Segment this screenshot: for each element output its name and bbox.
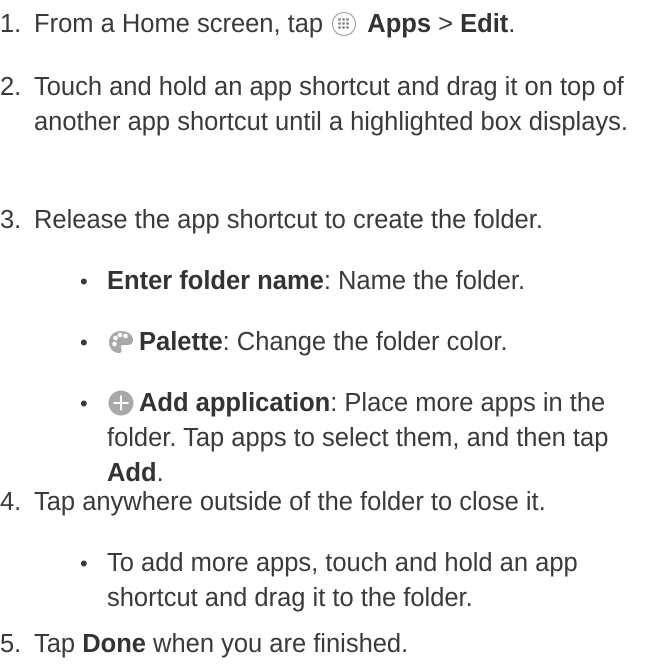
step-text: Touch and hold an app shortcut and drag … bbox=[34, 73, 628, 136]
palette-label: Palette bbox=[139, 328, 223, 356]
add-label: Add bbox=[107, 459, 157, 487]
bullet-text: Enter folder name: Name the folder. bbox=[107, 264, 641, 299]
step-text-part: > bbox=[431, 10, 461, 38]
step-number: 5. bbox=[0, 630, 22, 658]
step-text-part: Tap bbox=[34, 630, 83, 658]
step-4: 4. Tap anywhere outside of the folder to… bbox=[0, 485, 641, 520]
bullet-text: To add more apps, touch and hold an app … bbox=[107, 549, 578, 612]
bullet-text: Palette: Change the folder color. bbox=[107, 325, 641, 360]
step-text: Tap Done when you are finished. bbox=[34, 627, 641, 662]
done-label: Done bbox=[82, 630, 146, 658]
palette-icon bbox=[107, 328, 135, 356]
step-5: 5. Tap Done when you are finished. bbox=[0, 627, 641, 662]
bullet-text-part: . bbox=[156, 459, 164, 487]
add-circle-icon bbox=[107, 389, 135, 417]
step-number: 1. bbox=[0, 10, 22, 38]
bullet-text-part: : Change the folder color. bbox=[222, 328, 508, 356]
step-text: From a Home screen, tap Apps > Edit. bbox=[34, 7, 641, 42]
bullet-dot: • bbox=[80, 269, 88, 294]
step-number: 4. bbox=[0, 488, 22, 516]
bullet-text: Add application: Place more apps in the … bbox=[107, 386, 641, 491]
step-3: 3. Release the app shortcut to create th… bbox=[0, 203, 641, 238]
bullet-dot: • bbox=[80, 391, 88, 416]
bullet-dot: • bbox=[80, 330, 88, 355]
add-application-label: Add application bbox=[139, 389, 331, 417]
step-number: 3. bbox=[0, 206, 22, 234]
bullet-text-part: : Name the folder. bbox=[323, 267, 526, 295]
bullet-add-more-apps: • To add more apps, touch and hold an ap… bbox=[80, 546, 641, 616]
bullet-folder-name: • Enter folder name: Name the folder. bbox=[80, 264, 641, 299]
instructions-page: 1. From a Home screen, tap Apps > Edit. … bbox=[0, 0, 649, 667]
step-text: Tap anywhere outside of the folder to cl… bbox=[34, 488, 546, 516]
apps-label: Apps bbox=[367, 10, 432, 38]
folder-name-label: Enter folder name bbox=[107, 267, 324, 295]
edit-label: Edit bbox=[460, 10, 509, 38]
step-2: 2. Touch and hold an app shortcut and dr… bbox=[0, 70, 641, 140]
step-text: Release the app shortcut to create the f… bbox=[34, 206, 543, 234]
step-text-part: From a Home screen, tap bbox=[34, 10, 331, 38]
step-number: 2. bbox=[0, 73, 22, 101]
step-1: 1. From a Home screen, tap Apps > Edit. bbox=[0, 7, 641, 42]
bullet-add-application: • Add application: Place more apps in th… bbox=[80, 386, 641, 491]
bullet-dot: • bbox=[80, 551, 88, 576]
bullet-palette: • Palette: Change the folder color. bbox=[80, 325, 641, 360]
step-text-part: . bbox=[508, 10, 516, 38]
step-text-part: when you are finished. bbox=[145, 630, 409, 658]
apps-grid-icon bbox=[332, 12, 357, 36]
